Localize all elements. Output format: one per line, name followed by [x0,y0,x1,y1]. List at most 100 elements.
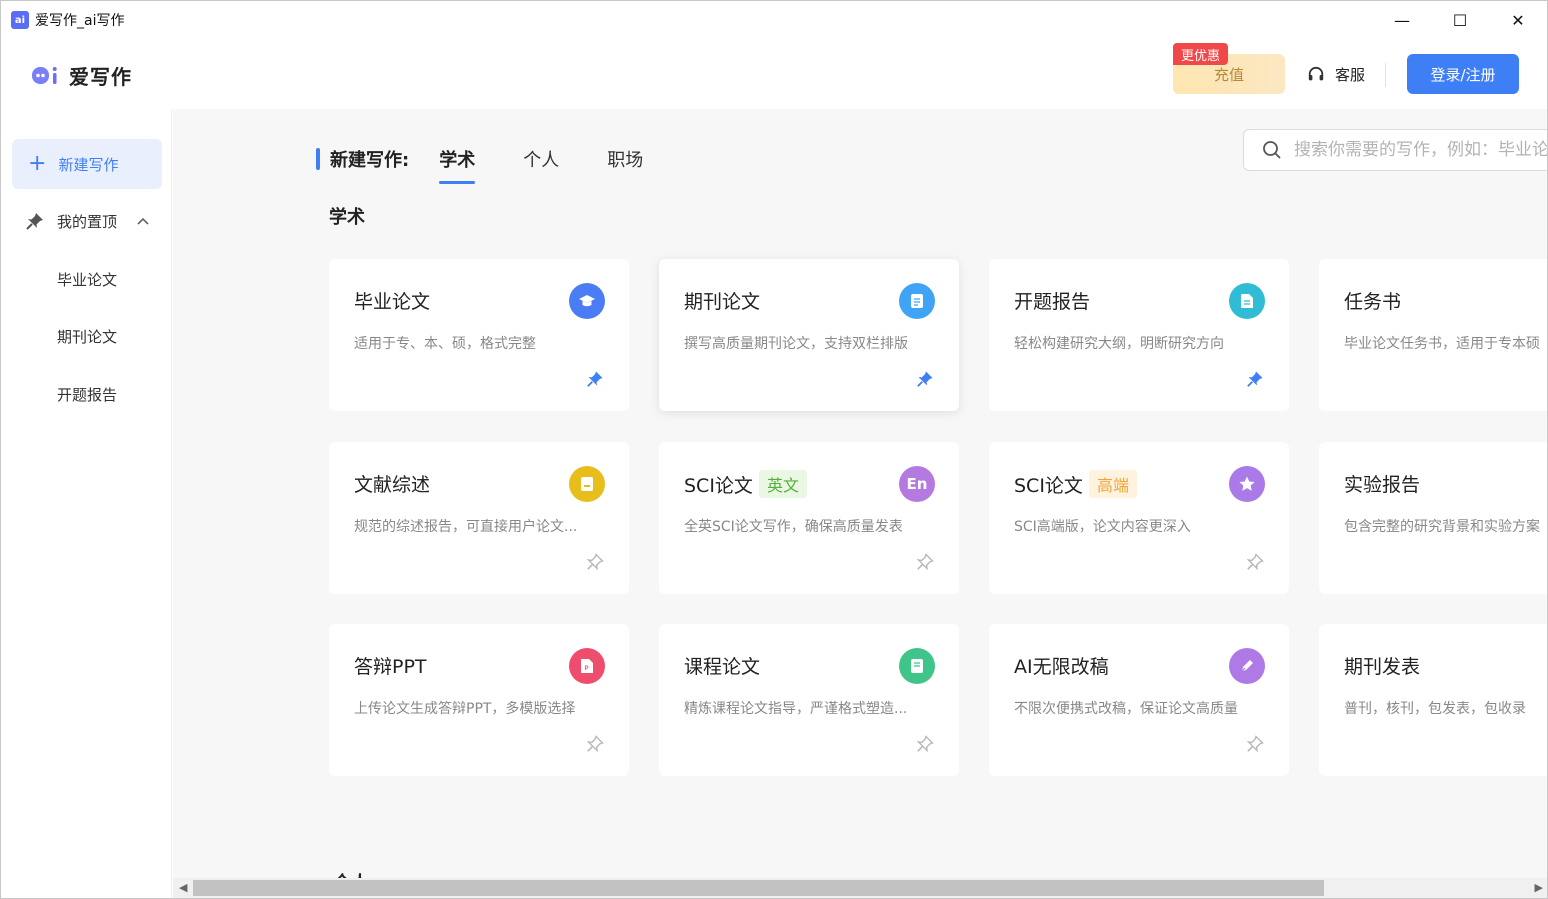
course-book-icon [899,648,935,684]
writing-card[interactable]: 开题报告轻松构建研究大纲，明断研究方向 [989,259,1289,411]
writing-card[interactable]: AI无限改稿不限次便携式改稿，保证论文高质量 [989,624,1289,776]
window-title: 爱写作_ai写作 [35,13,125,29]
card-tag: 英文 [758,470,807,498]
sidebar-item-opening-report[interactable]: 开题报告 [57,384,117,405]
card-title: 答辩PPT [354,652,427,679]
graduation-cap-icon [569,283,605,319]
card-description: 上传论文生成答辩PPT，多模版选择 [354,701,576,717]
title-bar: ai 爱写作_ai写作 — ☐ ✕ [1,1,1547,39]
search-box[interactable] [1243,129,1547,171]
card-description: 适用于专、本、硕，格式完整 [354,336,536,352]
unpinned-icon[interactable] [1246,553,1264,571]
card-title: 开题报告 [1014,287,1090,314]
card-title-text: AI无限改稿 [1014,656,1109,678]
accent-bar [316,148,320,170]
card-description: SCI高端版，论文内容更深入 [1014,519,1191,535]
card-description: 全英SCI论文写作，确保高质量发表 [684,519,903,535]
sidebar-item-graduation-thesis[interactable]: 毕业论文 [57,269,117,290]
unpinned-icon[interactable] [586,553,604,571]
new-write-label: 新建写作 [58,155,119,174]
card-title-text: SCI论文 [1014,474,1083,497]
icon-text: En [906,475,928,493]
sidebar: + 新建写作 我的置顶 毕业论文 期刊论文 开题报告 [1,109,172,898]
pinned-icon[interactable] [916,370,934,388]
card-title: 实验报告 [1344,470,1420,497]
writing-card[interactable]: SCI论文 高端 SCI高端版，论文内容更深入 [989,442,1289,594]
app-window: ai 爱写作_ai写作 — ☐ ✕ 爱写作 充值 更优惠 客服 登录/注册 + … [0,0,1548,899]
chevron-up-icon [137,217,149,225]
card-title: AI无限改稿 [1014,652,1109,679]
main-content: 新建写作: 学术 个人 职场 学术 毕业论文适用于专、本、硕，格式完整期刊论文撰… [173,109,1547,878]
card-description: 轻松构建研究大纲，明断研究方向 [1014,336,1224,352]
scrollbar-thumb[interactable] [193,880,1324,896]
maximize-button[interactable]: ☐ [1431,1,1489,39]
card-title: 课程论文 [684,652,760,679]
unpinned-icon[interactable] [916,553,934,571]
card-title-text: 开题报告 [1014,291,1091,313]
writing-card[interactable]: 文献综述 规范的综述报告，可直接用户论文... [329,442,629,594]
card-title-text: 任务书 [1344,291,1402,313]
card-title-text: 答辩PPT [354,656,427,678]
my-pinned-toggle[interactable]: 我的置顶 [25,209,155,233]
brand[interactable]: 爱写作 [31,61,132,90]
card-description: 普刊，核刊，包发表，包收录 [1344,701,1526,717]
pen-edit-icon [1229,648,1265,684]
category-tabs: 新建写作: 学术 个人 职场 [316,139,691,184]
card-title-text: 文献综述 [354,474,431,496]
unpinned-icon[interactable] [586,735,604,753]
card-title: 文献综述 [354,470,430,497]
horizontal-scrollbar[interactable]: ◀ ▶ [173,878,1547,898]
window-controls: — ☐ ✕ [1373,1,1547,39]
writing-card[interactable]: 答辩PPT 上传论文生成答辩PPT，多模版选择 P [329,624,629,776]
card-title: 期刊发表 [1344,652,1420,679]
ppt-icon: P [569,648,605,684]
new-write-button[interactable]: + 新建写作 [12,139,162,189]
pinned-icon[interactable] [586,370,604,388]
login-register-button[interactable]: 登录/注册 [1407,54,1519,94]
section-title-personal: 个人 [333,869,369,878]
customer-service-button[interactable]: 客服 [1307,64,1365,85]
plus-icon: + [28,151,47,176]
card-title-text: 毕业论文 [354,291,431,313]
close-button[interactable]: ✕ [1489,1,1547,39]
card-title: 期刊论文 [684,287,760,314]
unpinned-icon[interactable] [916,735,934,753]
sidebar-item-journal-paper[interactable]: 期刊论文 [57,326,117,347]
writing-card[interactable]: SCI论文 英文全英SCI论文写作，确保高质量发表 En [659,442,959,594]
writing-card[interactable]: 毕业论文适用于专、本、硕，格式完整 [329,259,629,411]
card-title: SCI论文 英文 [684,470,807,498]
brand-logo-icon [31,64,59,88]
scroll-right-arrow-icon[interactable]: ▶ [1535,881,1543,894]
tab-academic[interactable]: 学术 [439,146,476,184]
card-tag: 高端 [1088,470,1137,498]
pinned-icon[interactable] [1246,370,1264,388]
journal-document-icon [899,283,935,319]
card-description: 包含完整的研究背景和实验方案 [1344,519,1540,535]
star-icon [1229,466,1265,502]
pin-icon [26,213,43,230]
search-input[interactable] [1294,140,1547,160]
writing-card[interactable]: 期刊论文撰写高质量期刊论文，支持双栏排版 [659,259,959,411]
card-title-text: 期刊发表 [1344,656,1421,678]
tab-workplace[interactable]: 职场 [607,146,643,172]
section-title-academic: 学术 [329,207,365,228]
writing-card[interactable]: 任务书 毕业论文任务书，适用于专本硕 [1319,259,1547,411]
writing-card[interactable]: 期刊发表普刊，核刊，包发表，包收录 [1319,624,1547,776]
minimize-button[interactable]: — [1373,1,1431,39]
writing-card[interactable]: 课程论文 精炼课程论文指导，严谨格式塑造... [659,624,959,776]
card-title: 毕业论文 [354,287,430,314]
writing-card[interactable]: 实验报告包含完整的研究背景和实验方案 [1319,442,1547,594]
card-title: SCI论文 高端 [1014,470,1137,498]
unpinned-icon[interactable] [1246,735,1264,753]
english-en-icon: En [899,466,935,502]
card-description: 撰写高质量期刊论文，支持双栏排版 [684,336,908,352]
card-title-text: 实验报告 [1344,474,1421,496]
report-document-icon [1229,283,1265,319]
service-label: 客服 [1335,66,1366,84]
header-divider [1385,63,1386,87]
pinned-label: 我的置顶 [57,212,118,231]
tab-personal[interactable]: 个人 [523,146,559,172]
scroll-left-arrow-icon[interactable]: ◀ [179,881,187,894]
svg-text:P: P [585,666,589,672]
card-description: 不限次便携式改稿，保证论文高质量 [1014,701,1238,717]
